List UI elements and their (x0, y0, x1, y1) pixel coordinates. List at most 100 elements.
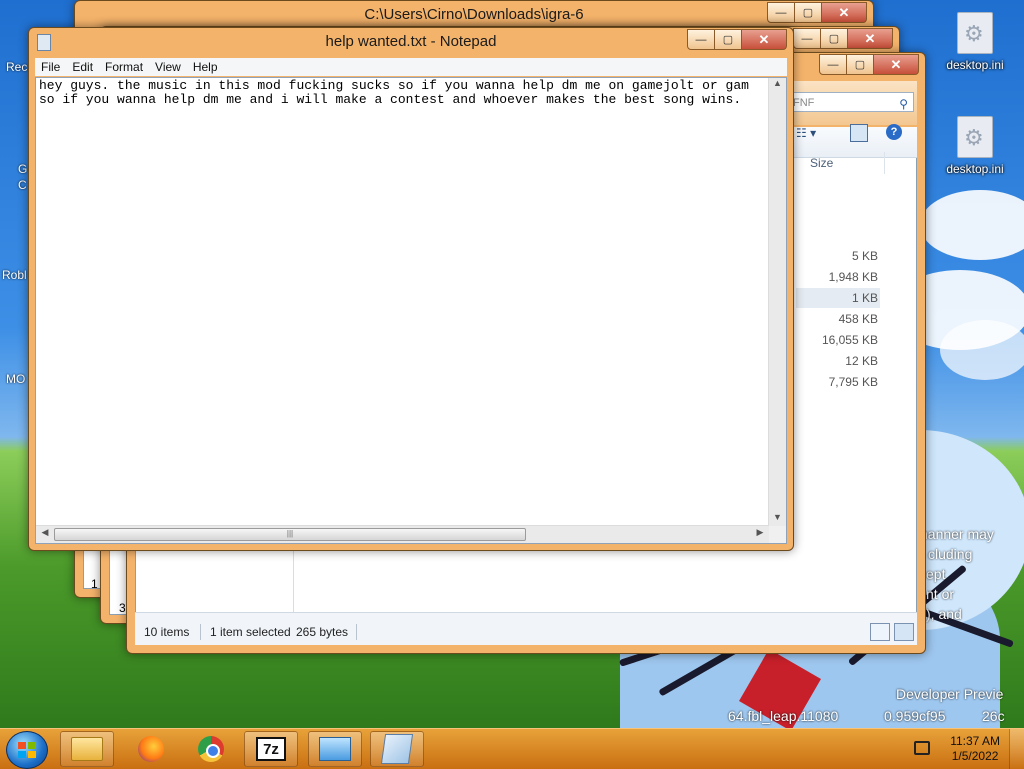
horizontal-scrollbar[interactable]: ◀ ||| ▶ (36, 525, 769, 543)
maximize-button[interactable]: ▢ (794, 2, 822, 23)
desktop-icon-label-partial[interactable]: Robl (2, 268, 27, 282)
monitor-icon (319, 737, 351, 761)
menu-format[interactable]: Format (99, 58, 149, 76)
taskbar-remote-desktop[interactable] (308, 731, 362, 767)
window-title: help wanted.txt - Notepad (325, 33, 497, 50)
editor-text[interactable]: hey guys. the music in this mod fucking … (39, 79, 769, 107)
notepad-window[interactable]: help wanted.txt - Notepad — ▢ ✕ File Edi… (28, 27, 794, 551)
search-text: FNF (793, 97, 815, 109)
scrollbar-corner (769, 526, 786, 543)
build-watermark: Developer Previe (896, 686, 1004, 702)
status-bytes: 265 bytes (296, 625, 349, 639)
file-size: 1 KB (851, 291, 878, 305)
settings-file-icon (957, 116, 993, 158)
windows-logo-icon (18, 742, 36, 758)
column-divider (884, 152, 885, 174)
desktop-icon-desktop-ini[interactable]: desktop.ini (940, 12, 1010, 72)
clock-date: 1/5/2022 (951, 749, 999, 763)
menu-view[interactable]: View (149, 58, 187, 76)
firefox-icon (138, 736, 164, 762)
menu-help[interactable]: Help (187, 58, 224, 76)
taskbar: 7z 11:37 AM 1/5/2022 (0, 728, 1024, 769)
watermark-line: cluding (928, 546, 973, 562)
start-button[interactable] (6, 731, 48, 769)
file-size: 5 KB (851, 249, 878, 263)
maximize-button[interactable]: ▢ (846, 54, 874, 75)
desktop-icon-label-partial[interactable]: Rec (6, 60, 27, 74)
search-input[interactable]: FNF ⚲ (786, 92, 914, 112)
watermark-line: ), and (926, 606, 962, 622)
search-icon: ⚲ (899, 97, 908, 111)
status-item-count: 10 items (144, 625, 190, 639)
network-icon[interactable] (914, 741, 930, 755)
status-selected: 1 item selected (210, 625, 291, 639)
close-button[interactable]: ✕ (847, 28, 893, 49)
watermark-line: nanner may (920, 526, 994, 542)
desktop-icon-label-partial[interactable]: G (18, 162, 27, 176)
desktop-icon-label-partial[interactable]: C (18, 178, 27, 192)
scroll-down-arrow-icon[interactable]: ▼ (769, 512, 786, 526)
minimize-button[interactable]: — (687, 29, 715, 50)
seven-zip-icon: 7z (256, 737, 286, 761)
file-size: 458 KB (838, 312, 878, 326)
close-button[interactable]: ✕ (821, 2, 867, 23)
window-title: C:\Users\Cirno\Downloads\igra-6 (364, 6, 584, 23)
build-watermark: 64.fbl_leap.11080 (728, 708, 839, 724)
window-controls: — ▢ ✕ (793, 28, 893, 49)
desktop-icon-label-partial[interactable]: MO (6, 372, 25, 386)
notepad-icon (380, 734, 414, 764)
item-count-partial: 1 (91, 577, 98, 591)
desktop-icon-desktop-ini[interactable]: desktop.ini (940, 116, 1010, 176)
scroll-up-arrow-icon[interactable]: ▲ (769, 78, 786, 92)
taskbar-explorer[interactable] (60, 731, 114, 767)
maximize-button[interactable]: ▢ (820, 28, 848, 49)
window-controls: — ▢ ✕ (819, 54, 919, 75)
text-line: hey guys. the music in this mod fucking … (39, 79, 749, 93)
watermark-line: ept (926, 566, 946, 582)
horizontal-scroll-thumb[interactable]: ||| (54, 528, 526, 541)
clock[interactable]: 11:37 AM 1/5/2022 (950, 734, 1000, 764)
desktop-icon-label: desktop.ini (946, 162, 1004, 176)
large-icons-view-icon[interactable] (894, 623, 914, 641)
item-count-partial: 3 (119, 601, 126, 615)
window-controls: — ▢ ✕ (767, 2, 867, 23)
window-controls: — ▢ ✕ (687, 29, 787, 50)
help-icon[interactable]: ? (886, 124, 902, 140)
minimize-button[interactable]: — (793, 28, 821, 49)
cloud (920, 190, 1024, 260)
details-view-icon[interactable] (870, 623, 890, 641)
taskbar-7zip[interactable]: 7z (244, 731, 298, 767)
view-options-icon[interactable]: ☷ ▾ (796, 126, 816, 140)
status-bar: 10 items 1 item selected 265 bytes (136, 620, 916, 644)
size-column-header[interactable]: Size (810, 156, 833, 170)
build-watermark: 26c (982, 708, 1005, 724)
watermark-line: nt or (926, 586, 955, 602)
close-button[interactable]: ✕ (741, 29, 787, 50)
menu-file[interactable]: File (35, 58, 66, 76)
chrome-icon (198, 736, 224, 762)
file-size: 16,055 KB (821, 333, 878, 347)
desktop-icon-label: desktop.ini (946, 58, 1004, 72)
close-button[interactable]: ✕ (873, 54, 919, 75)
taskbar-notepad[interactable] (370, 731, 424, 767)
text-editor[interactable]: hey guys. the music in this mod fucking … (35, 77, 787, 544)
file-size: 12 KB (845, 354, 878, 368)
file-size: 1,948 KB (828, 270, 878, 284)
scroll-left-arrow-icon[interactable]: ◀ (38, 527, 52, 538)
system-tray: 11:37 AM 1/5/2022 (904, 729, 1024, 769)
taskbar-firefox[interactable] (124, 731, 178, 767)
maximize-button[interactable]: ▢ (714, 29, 742, 50)
menu-bar: File Edit Format View Help (35, 58, 787, 76)
show-desktop-button[interactable] (1009, 729, 1024, 769)
clock-time: 11:37 AM (950, 734, 1000, 748)
minimize-button[interactable]: — (819, 54, 847, 75)
menu-edit[interactable]: Edit (66, 58, 99, 76)
taskbar-chrome[interactable] (184, 731, 238, 767)
vertical-scrollbar[interactable]: ▲ ▼ (768, 78, 786, 526)
file-size: 7,795 KB (828, 375, 878, 389)
preview-pane-icon[interactable] (850, 124, 868, 142)
scroll-right-arrow-icon[interactable]: ▶ (753, 527, 767, 538)
settings-file-icon (957, 12, 993, 54)
minimize-button[interactable]: — (767, 2, 795, 23)
text-line: so if you wanna help dm me and i will ma… (39, 92, 742, 107)
